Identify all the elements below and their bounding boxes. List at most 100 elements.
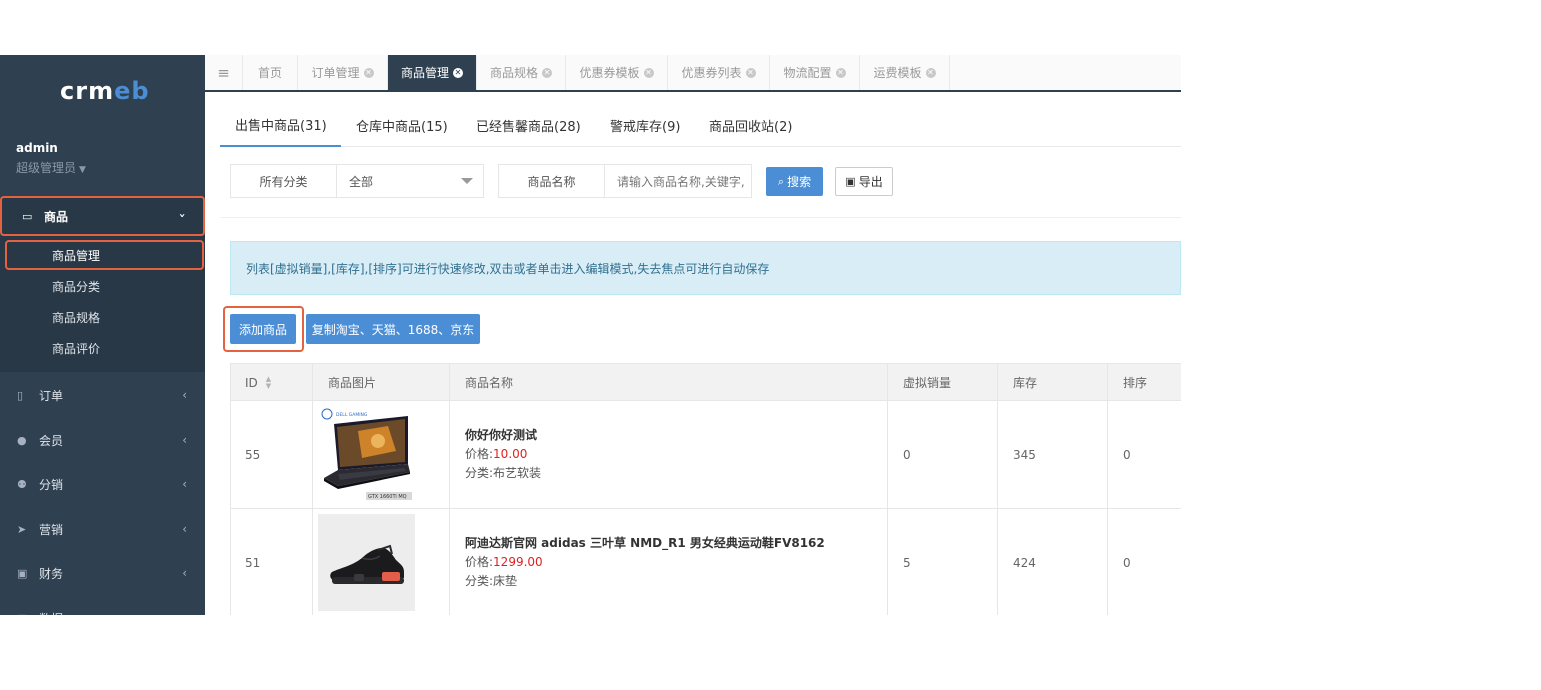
subtab-recycle-bin[interactable]: 商品回收站(2): [709, 104, 792, 147]
name-search-input[interactable]: 请输入商品名称,关键字,: [605, 165, 751, 197]
price-prefix: 价格:: [465, 555, 494, 569]
category-select-value: 全部: [349, 174, 374, 189]
header-sales: 虚拟销量: [888, 364, 998, 401]
menu-finance-label: 财务: [39, 566, 64, 581]
svg-text:GTX 1660Ti MQ: GTX 1660Ti MQ: [368, 494, 407, 500]
close-icon[interactable]: ✕: [542, 67, 552, 78]
header-id[interactable]: ID ▲ ▼: [230, 364, 313, 401]
money-icon: ▣: [17, 566, 28, 580]
cell-sales[interactable]: 0: [888, 401, 998, 508]
close-icon[interactable]: ✕: [453, 67, 463, 78]
caret-down-icon: ▼: [79, 165, 86, 175]
tab-product-spec[interactable]: 商品规格 ✕: [477, 55, 566, 90]
tab-home[interactable]: 首页: [243, 55, 298, 90]
tab-coupon-template[interactable]: 优惠券模板 ✕: [566, 55, 668, 90]
category-select[interactable]: 全部: [337, 165, 483, 197]
cell-sort[interactable]: 0: [1108, 401, 1181, 508]
product-category: 分类:床垫: [465, 572, 517, 591]
divider: [220, 217, 1181, 218]
tab-label: 订单管理: [311, 66, 360, 80]
tab-orders[interactable]: 订单管理 ✕: [298, 55, 388, 90]
menu-products[interactable]: ▭ 商品 ›: [0, 196, 205, 236]
product-category: 分类:布艺软装: [465, 464, 541, 483]
name-label: 商品名称: [499, 165, 605, 197]
header-id-label: ID: [245, 375, 258, 390]
copy-product-button[interactable]: 复制淘宝、天猫、1688、京东: [306, 314, 480, 344]
subtab-low-stock[interactable]: 警戒库存(9): [610, 104, 680, 147]
main-content: 出售中商品(31) 仓库中商品(15) 已经售馨商品(28) 警戒库存(9) 商…: [205, 92, 1181, 615]
tab-bar: ≡ 首页 订单管理 ✕ 商品管理 ✕ 商品规格 ✕ 优惠券模板 ✕ 优惠券列表 ✕ 物流配…: [205, 55, 1181, 92]
sort-icon[interactable]: ▲ ▼: [266, 375, 271, 390]
header-name: 商品名称: [450, 364, 888, 401]
chevron-left-icon: ‹: [182, 566, 187, 580]
cell-image: [313, 509, 450, 615]
tab-shipping-template[interactable]: 运费模板 ✕: [860, 55, 950, 90]
chevron-left-icon: ‹: [182, 388, 187, 402]
product-name: 阿迪达斯官网 adidas 三叶草 NMD_R1 男女经典运动鞋FV8162: [465, 536, 825, 550]
close-icon[interactable]: ✕: [745, 67, 756, 78]
export-button[interactable]: ▣ 导出: [835, 167, 893, 196]
close-icon[interactable]: ✕: [835, 67, 846, 78]
cell-image: DELL GAMING GTX 1660Ti MQ: [313, 401, 450, 508]
menu-members[interactable]: ● 会员 ‹: [0, 420, 205, 460]
menu-distribution[interactable]: ⚉ 分销 ‹: [0, 464, 205, 504]
product-image-shoe[interactable]: [318, 514, 415, 611]
search-button-label: 搜索: [787, 175, 812, 189]
product-price: 价格:1299.00: [465, 553, 543, 572]
cell-stock[interactable]: 345: [998, 401, 1108, 508]
subtab-warehouse[interactable]: 仓库中商品(15): [356, 104, 448, 147]
tab-label: 运费模板: [873, 66, 922, 80]
hamburger-menu-icon[interactable]: ≡: [205, 55, 243, 90]
subtab-on-sale[interactable]: 出售中商品(31): [220, 104, 341, 147]
menu-orders[interactable]: ▯ 订单 ‹: [0, 375, 205, 415]
submenu-highlight: [5, 240, 204, 270]
header-image: 商品图片: [313, 364, 450, 401]
logo: crmeb: [60, 77, 150, 105]
header-sort: 排序: [1123, 376, 1148, 390]
user-role-dropdown[interactable]: 超级管理员 ▼: [16, 159, 86, 176]
tab-label: 商品管理: [400, 66, 449, 80]
menu-products-label: 商品: [44, 209, 69, 224]
header-stock: 库存: [998, 364, 1108, 401]
submenu-item-product-category[interactable]: 商品分类: [52, 278, 100, 295]
cell-sales[interactable]: 5: [888, 509, 998, 615]
tablet-icon: ▯: [17, 388, 24, 402]
menu-finance[interactable]: ▣ 财务 ‹: [0, 553, 205, 593]
product-image-laptop[interactable]: DELL GAMING GTX 1660Ti MQ: [318, 406, 415, 503]
chevron-left-icon: ‹: [182, 433, 187, 447]
menu-distribution-label: 分销: [39, 477, 64, 492]
category-value: 床垫: [493, 574, 518, 588]
cell-id: 51: [230, 509, 313, 615]
search-button[interactable]: ⌕ 搜索: [766, 167, 823, 196]
close-icon[interactable]: ✕: [363, 67, 374, 78]
info-notice: 列表[虚拟销量],[库存],[排序]可进行快速修改,双击或者单击进入编辑模式,失…: [230, 241, 1181, 295]
cell-id: 55: [230, 401, 313, 508]
submenu-item-product-spec[interactable]: 商品规格: [52, 309, 100, 326]
sidebar: crmeb admin 超级管理员 ▼ ▭ 商品 › 商品管理 商品分类 商品规格…: [0, 55, 205, 615]
chevron-left-icon: ‹: [182, 477, 187, 491]
tab-logistics[interactable]: 物流配置 ✕: [770, 55, 860, 90]
price-prefix: 价格:: [465, 447, 494, 461]
submenu-item-product-review[interactable]: 商品评价: [52, 340, 100, 357]
menu-data[interactable]: ▤ 数据: [0, 598, 205, 616]
laptop-icon: ▭: [22, 209, 33, 223]
close-icon[interactable]: ✕: [643, 67, 654, 78]
menu-data-label: 数据: [39, 610, 63, 616]
tab-coupon-list[interactable]: 优惠券列表 ✕: [668, 55, 770, 90]
product-status-tabs: 出售中商品(31) 仓库中商品(15) 已经售馨商品(28) 警戒库存(9) 商…: [220, 104, 1181, 147]
menu-marketing[interactable]: ➤ 营销 ‹: [0, 509, 205, 549]
category-value: 布艺软装: [493, 466, 542, 480]
tab-product-management[interactable]: 商品管理 ✕: [388, 55, 477, 90]
product-table: ID ▲ ▼ 商品图片 商品名称 虚拟销量 库存 排序 55 DELL GAMING: [230, 363, 1181, 615]
search-icon: ⌕: [777, 174, 785, 188]
user-name: admin: [16, 141, 58, 155]
export-button-label: 导出: [858, 175, 883, 189]
cell-sort[interactable]: 0: [1108, 509, 1181, 615]
subtab-sold-out[interactable]: 已经售馨商品(28): [476, 104, 581, 147]
close-icon[interactable]: ✕: [925, 67, 936, 78]
tab-label: 优惠券模板: [579, 66, 640, 80]
cell-stock[interactable]: 424: [998, 509, 1108, 615]
menu-marketing-label: 营销: [39, 522, 64, 537]
add-product-button[interactable]: 添加商品: [230, 314, 296, 344]
category-filter: 所有分类 全部: [230, 164, 484, 198]
